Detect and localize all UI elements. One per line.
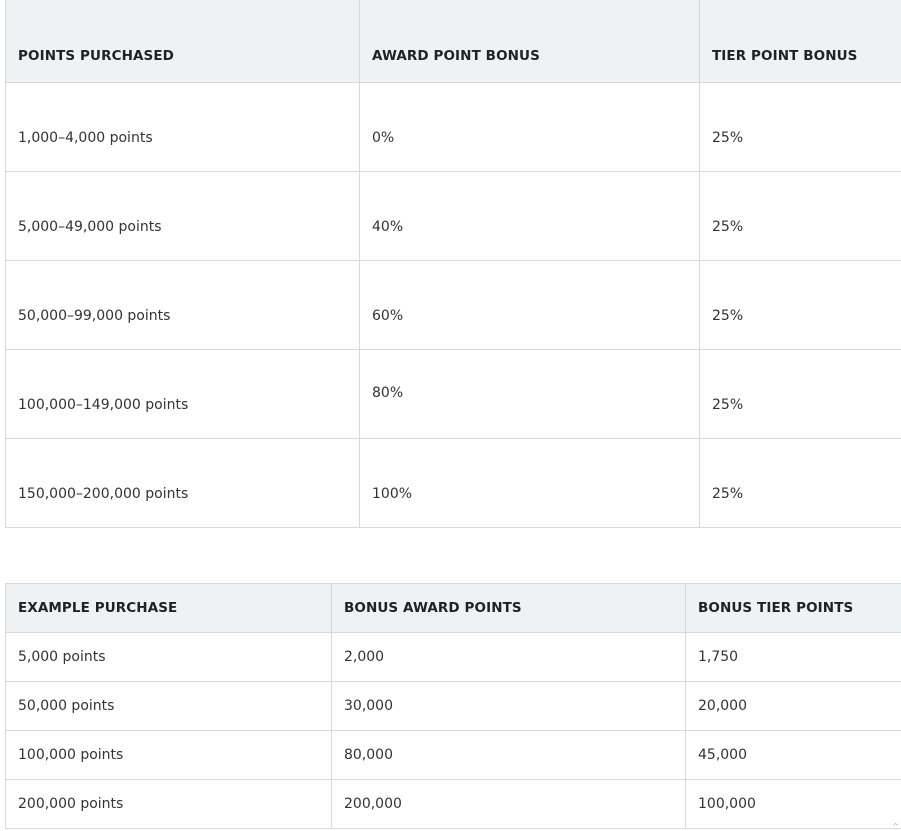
example-purchase-cell: 50,000 points [5, 681, 332, 731]
table-header-row: EXAMPLE PURCHASE BONUS AWARD POINTS BONU… [5, 583, 901, 633]
table-row: 5,000 points 2,000 1,750 [5, 632, 901, 682]
bonus-tier-cell: 1,750 [685, 632, 901, 682]
award-bonus-cell: 0% [359, 82, 700, 172]
award-bonus-cell: 40% [359, 171, 700, 261]
tier-bonus-cell: 25% [699, 82, 901, 172]
award-bonus-cell: 80% [359, 349, 700, 439]
example-purchase-cell: 100,000 points [5, 730, 332, 780]
bonus-award-cell: 2,000 [331, 632, 686, 682]
table-row: 100,000 points 80,000 45,000 [5, 730, 901, 780]
bonus-tier-cell: 100,000 [685, 779, 901, 829]
header-bonus-tier-points: BONUS TIER POINTS [685, 583, 901, 633]
tier-bonus-cell: 25% [699, 171, 901, 261]
example-purchase-cell: 5,000 points [5, 632, 332, 682]
header-tier-point-bonus: TIER POINT BONUS [699, 0, 901, 83]
bonus-award-cell: 30,000 [331, 681, 686, 731]
bonus-award-cell: 80,000 [331, 730, 686, 780]
example-purchase-cell: 200,000 points [5, 779, 332, 829]
points-purchased-cell: 100,000–149,000 points [5, 349, 360, 439]
points-purchased-cell: 5,000–49,000 points [5, 171, 360, 261]
tier-bonus-cell: 25% [699, 349, 901, 439]
award-bonus-cell: 60% [359, 260, 700, 350]
bonus-tier-cell: 20,000 [685, 681, 901, 731]
example-purchase-table: EXAMPLE PURCHASE BONUS AWARD POINTS BONU… [5, 583, 901, 829]
scroll-up-icon[interactable]: ^ [892, 822, 899, 831]
points-purchase-bonus-table: POINTS PURCHASED AWARD POINT BONUS TIER … [5, 0, 901, 528]
points-purchased-cell: 50,000–99,000 points [5, 260, 360, 350]
bonus-award-cell: 200,000 [331, 779, 686, 829]
points-purchased-cell: 1,000–4,000 points [5, 82, 360, 172]
header-points-purchased: POINTS PURCHASED [5, 0, 360, 83]
table-row: 50,000–99,000 points 60% 25% [5, 260, 901, 350]
table-header-row: POINTS PURCHASED AWARD POINT BONUS TIER … [5, 0, 901, 83]
tier-bonus-cell: 25% [699, 260, 901, 350]
bonus-tier-cell: 45,000 [685, 730, 901, 780]
award-bonus-cell: 100% [359, 438, 700, 528]
points-purchased-cell: 150,000–200,000 points [5, 438, 360, 528]
table-row: 150,000–200,000 points 100% 25% [5, 438, 901, 528]
header-award-point-bonus: AWARD POINT BONUS [359, 0, 700, 83]
table-row: 5,000–49,000 points 40% 25% [5, 171, 901, 261]
header-bonus-award-points: BONUS AWARD POINTS [331, 583, 686, 633]
table-row: 50,000 points 30,000 20,000 [5, 681, 901, 731]
header-example-purchase: EXAMPLE PURCHASE [5, 583, 332, 633]
tier-bonus-cell: 25% [699, 438, 901, 528]
table-row: 200,000 points 200,000 100,000 [5, 779, 901, 829]
table-row: 100,000–149,000 points 80% 25% [5, 349, 901, 439]
table-row: 1,000–4,000 points 0% 25% [5, 82, 901, 172]
